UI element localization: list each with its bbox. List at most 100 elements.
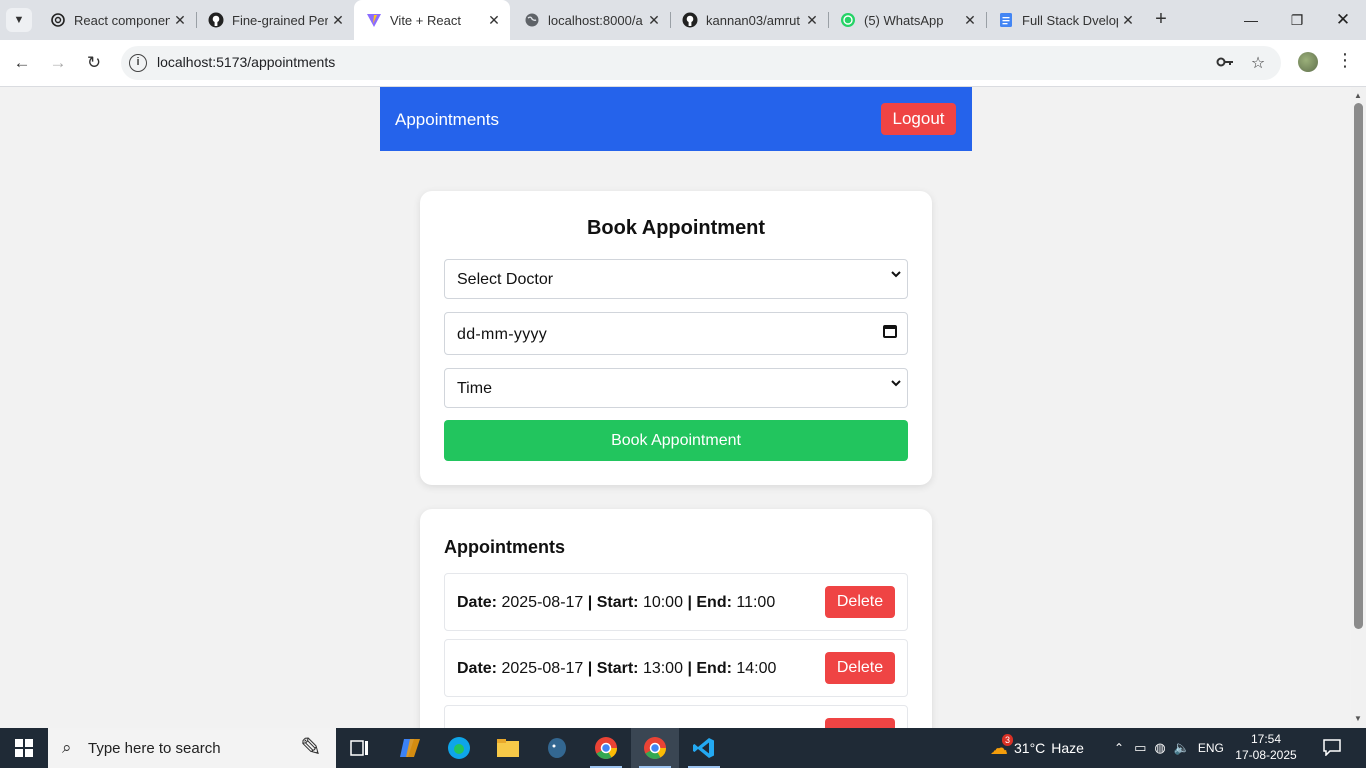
tab-title: Vite + React — [390, 12, 461, 28]
openai-icon — [50, 12, 66, 28]
tab-vite-react[interactable]: Vite + React ✕ — [354, 0, 510, 40]
password-key-icon[interactable] — [1215, 54, 1235, 74]
appointments-title: Appointments — [444, 537, 565, 557]
reload-icon[interactable]: ↻ — [81, 50, 107, 76]
volume-icon[interactable]: 🔈 — [1174, 740, 1190, 756]
taskbar-clock[interactable]: 17:54 17-08-2025 — [1232, 731, 1300, 763]
navbar-brand[interactable]: Appointments — [395, 110, 499, 130]
tab-localhost-8000[interactable]: localhost:8000/a ✕ — [512, 6, 670, 34]
windows-taskbar: ⌕ Type here to search ✎ ☁ 3 31°C Haze ⌃ ▭… — [0, 728, 1366, 768]
close-window-icon[interactable]: ✕ — [1320, 0, 1366, 40]
system-tray: ⌃ ▭ ◍ 🔈 ENG — [1114, 728, 1224, 768]
close-tab-icon[interactable]: ✕ — [170, 12, 190, 29]
notifications-icon[interactable] — [1322, 738, 1342, 757]
booking-card: Book Appointment Select Doctor dd-mm-yyy… — [420, 191, 932, 485]
end-label: End: — [696, 660, 732, 677]
chevron-down-icon — [890, 377, 902, 392]
page-viewport: Appointments Logout Book Appointment Sel… — [0, 87, 1351, 728]
scrollbar-thumb[interactable] — [1354, 103, 1363, 629]
time-select-value: Time — [457, 380, 492, 397]
appointment-date: 2025-08-17 — [501, 594, 584, 611]
book-appointment-button[interactable]: Book Appointment — [444, 420, 908, 461]
forward-icon[interactable]: → — [45, 50, 71, 76]
logout-button[interactable]: Logout — [881, 103, 956, 135]
date-label: Date: — [457, 660, 498, 677]
file-explorer-icon[interactable] — [484, 728, 532, 768]
separator: | — [687, 660, 692, 677]
delete-button[interactable]: Delete — [825, 652, 895, 684]
close-tab-icon[interactable]: ✕ — [644, 12, 664, 29]
close-tab-icon[interactable]: ✕ — [484, 12, 504, 29]
clock-time: 17:54 — [1250, 732, 1282, 746]
chrome-icon[interactable] — [582, 728, 630, 768]
close-tab-icon[interactable]: ✕ — [960, 12, 980, 29]
appointment-start: 13:00 — [642, 660, 683, 677]
address-bar[interactable]: i localhost:5173/appointments ☆ — [121, 46, 1281, 80]
tab-title: Fine-grained Per — [232, 12, 328, 28]
vscode-icon[interactable] — [680, 728, 728, 768]
end-label: End: — [696, 594, 732, 611]
tab-full-stack-doc[interactable]: Full Stack Dvelop ✕ — [986, 6, 1144, 34]
browser-toolbar: ← → ↻ i localhost:5173/appointments ☆ ⋮ — [0, 40, 1366, 87]
appointment-item: Date: 2025-08-17 | Start: 10:00 | End: 1… — [444, 573, 908, 631]
weather-temp: 31°C — [1014, 740, 1046, 756]
camera-icon[interactable]: ◍ — [1154, 740, 1165, 756]
tab-title: localhost:8000/a — [548, 12, 643, 28]
appointment-end: 14:00 — [736, 660, 777, 677]
separator: | — [687, 594, 692, 611]
booking-title: Book Appointment — [586, 217, 766, 239]
battery-icon[interactable]: ▭ — [1134, 740, 1146, 756]
tab-whatsapp[interactable]: (5) WhatsApp ✕ — [828, 6, 986, 34]
show-hidden-icons-icon[interactable]: ⌃ — [1114, 741, 1124, 755]
postgresql-icon[interactable] — [533, 728, 581, 768]
language-indicator[interactable]: ENG — [1198, 741, 1224, 755]
chevron-down-icon — [890, 268, 902, 283]
weather-widget[interactable]: ☁ 3 31°C Haze — [990, 728, 1084, 768]
scroll-down-icon[interactable]: ▼ — [1354, 714, 1362, 723]
start-label: Start: — [596, 660, 639, 677]
clock-date: 17-08-2025 — [1235, 748, 1297, 762]
tab-title: kannan03/amrut — [706, 12, 800, 28]
menu-kebab-icon[interactable]: ⋮ — [1336, 50, 1354, 71]
weather-icon: ☁ 3 — [990, 733, 1014, 759]
time-select[interactable]: Time — [444, 368, 908, 408]
appointment-details: Date: 2025-08-17 | Start: 13:00 | End: 1… — [457, 660, 776, 678]
delete-button[interactable]: Delete — [825, 586, 895, 618]
bookmark-star-icon[interactable]: ☆ — [1248, 54, 1268, 74]
profile-avatar[interactable] — [1298, 52, 1318, 72]
site-info-icon[interactable]: i — [129, 54, 147, 72]
start-label: Start: — [596, 594, 639, 611]
date-input[interactable]: dd-mm-yyyy — [444, 312, 908, 355]
delete-button-partial[interactable] — [825, 718, 895, 728]
tab-search-button[interactable]: ▼ — [6, 8, 32, 32]
back-icon[interactable]: ← — [9, 50, 35, 76]
task-view-icon[interactable] — [336, 728, 384, 768]
close-tab-icon[interactable]: ✕ — [1118, 12, 1138, 29]
restore-icon[interactable]: ❐ — [1274, 0, 1320, 40]
tab-react-components[interactable]: React componen ✕ — [38, 6, 196, 34]
chrome-icon[interactable] — [631, 728, 679, 768]
new-tab-icon[interactable]: + — [1150, 8, 1172, 30]
minimize-icon[interactable]: — — [1228, 0, 1274, 40]
weather-badge: 3 — [1002, 733, 1014, 746]
close-tab-icon[interactable]: ✕ — [802, 12, 822, 29]
appointment-item: Date: 2025-08-17 | Start: 13:00 | End: 1… — [444, 639, 908, 697]
page-scrollbar[interactable]: ▲ ▼ — [1351, 87, 1366, 728]
close-tab-icon[interactable]: ✕ — [328, 12, 348, 29]
url-text[interactable]: localhost:5173/appointments — [157, 54, 335, 70]
chevron-down-icon: ▼ — [13, 14, 25, 26]
start-button[interactable] — [0, 728, 48, 768]
appointment-date: 2025-08-17 — [501, 660, 584, 677]
calendar-icon[interactable] — [883, 325, 897, 338]
date-input-placeholder: dd-mm-yyyy — [457, 326, 548, 343]
github-icon — [682, 12, 698, 28]
copilot-icon[interactable] — [386, 728, 434, 768]
tab-github-kannan[interactable]: kannan03/amrut ✕ — [670, 6, 828, 34]
tab-fine-grained[interactable]: Fine-grained Per ✕ — [196, 6, 354, 34]
edge-icon[interactable] — [435, 728, 483, 768]
doctor-select[interactable]: Select Doctor — [444, 259, 908, 299]
search-icon: ⌕ — [62, 738, 72, 757]
taskbar-search[interactable]: ⌕ Type here to search ✎ — [48, 728, 336, 768]
scroll-up-icon[interactable]: ▲ — [1354, 91, 1362, 100]
tab-title: React componen — [74, 12, 170, 28]
